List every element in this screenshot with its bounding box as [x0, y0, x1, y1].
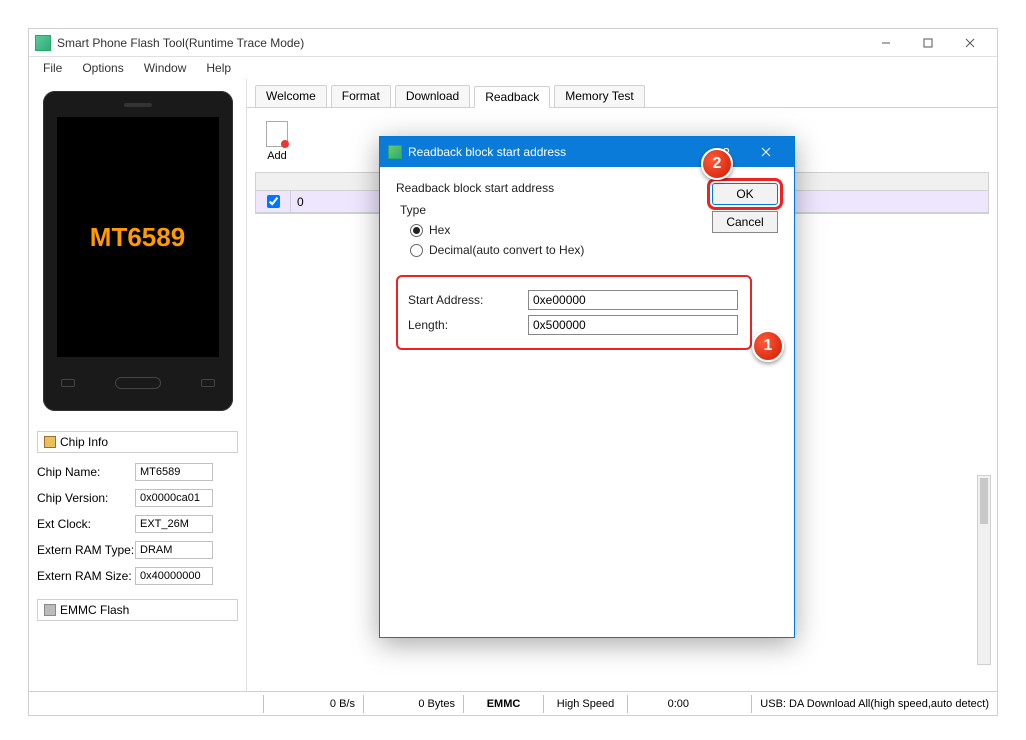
chipinfo-table: Chip Name: Chip Version: Ext Clock: Exte… [37, 459, 238, 589]
radio-decimal[interactable] [410, 244, 423, 257]
status-bytes: 0 Bytes [363, 695, 463, 713]
status-rate: 0 B/s [263, 695, 363, 713]
add-button[interactable]: Add [263, 120, 291, 162]
chip-version-label: Chip Version: [37, 491, 135, 505]
menu-options[interactable]: Options [72, 59, 133, 77]
menu-window[interactable]: Window [134, 59, 197, 77]
statusbar: 0 B/s 0 Bytes EMMC High Speed 0:00 USB: … [29, 691, 997, 715]
status-storage: EMMC [463, 695, 543, 713]
status-speed: High Speed [543, 695, 627, 713]
length-label: Length: [408, 318, 528, 332]
tab-format[interactable]: Format [331, 85, 391, 107]
tabs: Welcome Format Download Readback Memory … [247, 79, 997, 108]
chipinfo-title: Chip Info [60, 435, 108, 449]
phone-home-button [115, 377, 161, 389]
ram-size-value[interactable] [135, 567, 213, 585]
dialog-title: Readback block start address [408, 145, 706, 159]
ram-type-label: Extern RAM Type: [37, 543, 135, 557]
length-input[interactable] [528, 315, 738, 335]
callout-1: 1 [752, 330, 784, 362]
address-group: Start Address: Length: [396, 275, 752, 350]
status-usb: USB: DA Download All(high speed,auto det… [751, 695, 997, 713]
scrollbar-thumb[interactable] [980, 478, 988, 524]
ext-clock-label: Ext Clock: [37, 517, 135, 531]
maximize-button[interactable] [907, 31, 949, 55]
readback-dialog: Readback block start address ? Readback … [379, 136, 795, 638]
chipinfo-scrollbar[interactable] [977, 475, 991, 665]
row-cell-0: 0 [290, 191, 370, 212]
phone-softkey-right [201, 379, 215, 387]
gear-icon [44, 604, 56, 616]
radio-hex-label: Hex [429, 223, 450, 237]
dialog-app-icon [388, 145, 402, 159]
tab-welcome[interactable]: Welcome [255, 85, 327, 107]
chipinfo-header: Chip Info [37, 431, 238, 453]
chip-label: MT6589 [90, 222, 185, 253]
menu-help[interactable]: Help [196, 59, 241, 77]
radio-dec-label: Decimal(auto convert to Hex) [429, 243, 584, 257]
row-checkbox[interactable] [267, 195, 280, 208]
emmc-title: EMMC Flash [60, 603, 129, 617]
status-time: 0:00 [627, 695, 697, 713]
chip-name-label: Chip Name: [37, 465, 135, 479]
phone-softkey-left [61, 379, 75, 387]
ram-type-value[interactable] [135, 541, 213, 559]
menubar: File Options Window Help [29, 57, 997, 79]
left-pane: MT6589 Chip Info Chip Name: Chip Version… [29, 79, 247, 691]
radio-dec-row[interactable]: Decimal(auto convert to Hex) [410, 243, 778, 257]
tab-readback[interactable]: Readback [474, 86, 550, 108]
add-label: Add [267, 150, 287, 162]
dialog-close-button[interactable] [746, 138, 786, 166]
emmc-header: EMMC Flash [37, 599, 238, 621]
minimize-button[interactable] [865, 31, 907, 55]
phone-speaker [124, 103, 152, 107]
callout-2: 2 [701, 148, 733, 180]
app-icon [35, 35, 51, 51]
tab-memory-test[interactable]: Memory Test [554, 85, 644, 107]
ok-button[interactable]: OK [712, 183, 778, 205]
tab-download[interactable]: Download [395, 85, 470, 107]
window-title: Smart Phone Flash Tool(Runtime Trace Mod… [57, 36, 865, 50]
start-address-input[interactable] [528, 290, 738, 310]
cancel-button[interactable]: Cancel [712, 211, 778, 233]
radio-hex[interactable] [410, 224, 423, 237]
chip-version-value[interactable] [135, 489, 213, 507]
ram-size-label: Extern RAM Size: [37, 569, 135, 583]
titlebar: Smart Phone Flash Tool(Runtime Trace Mod… [29, 29, 997, 57]
add-icon [266, 121, 288, 147]
close-button[interactable] [949, 31, 991, 55]
phone-screen: MT6589 [57, 117, 219, 357]
chip-icon [44, 436, 56, 448]
phone-preview: MT6589 [43, 91, 233, 411]
ext-clock-value[interactable] [135, 515, 213, 533]
menu-file[interactable]: File [33, 59, 72, 77]
chip-name-value[interactable] [135, 463, 213, 481]
start-address-label: Start Address: [408, 293, 528, 307]
